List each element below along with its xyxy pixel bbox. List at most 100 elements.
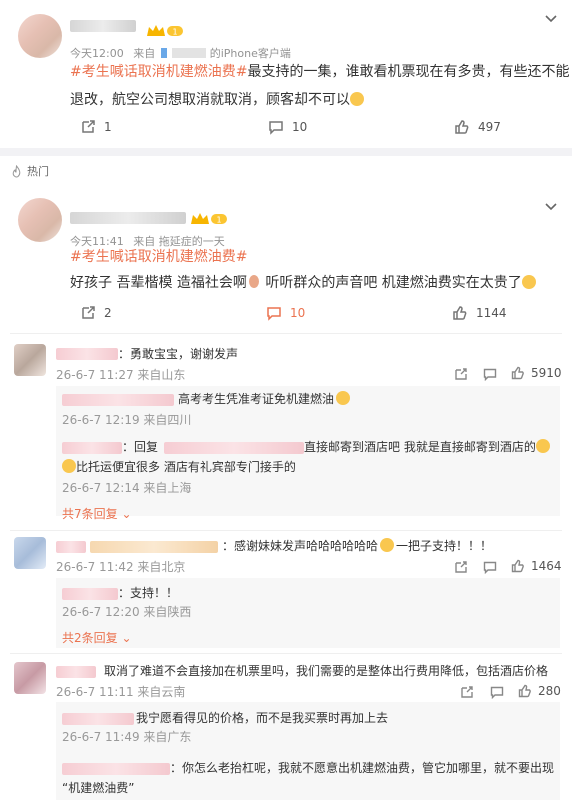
reply3-meta: 26-6-7 12:20 来自陕西 xyxy=(62,605,192,619)
comment-icon xyxy=(269,121,283,135)
reply4-username[interactable] xyxy=(62,713,134,725)
share-icon xyxy=(461,686,473,698)
peach-emoji-icon xyxy=(248,275,259,288)
post2-body: #考生喊话取消机建燃油费# xyxy=(70,244,572,270)
reply2-text-a: ：回复 xyxy=(122,440,159,454)
wink-emoji-icon xyxy=(336,391,351,405)
post1-username[interactable] xyxy=(70,20,136,32)
comment2-more-replies[interactable]: 共2条回复 ⌄ xyxy=(62,629,132,646)
comment-icon xyxy=(483,561,497,574)
comment1-like-count: 5910 xyxy=(531,366,562,380)
chevron-down-icon: ⌄ xyxy=(121,631,132,645)
thumbs-up-icon xyxy=(518,684,531,698)
comment3-like-count: 280 xyxy=(538,684,561,698)
comment-icon xyxy=(483,368,497,381)
svg-text:1: 1 xyxy=(172,28,177,37)
post2-text: 好孩子 吾辈楷模 造福社会啊 xyxy=(70,275,247,291)
reply2-mention-user[interactable] xyxy=(164,442,304,454)
hot-label-text: 热门 xyxy=(27,165,49,178)
thumbs-up-icon xyxy=(455,120,469,134)
comment-separator xyxy=(10,530,562,531)
share-icon xyxy=(455,368,467,380)
comment1-text: ：勇敢宝宝，谢谢发声 xyxy=(118,347,239,361)
comment1-more-label: 共7条回复 xyxy=(62,507,118,521)
comment2-more-label: 共2条回复 xyxy=(62,631,118,645)
comment2-meta: 26-6-7 11:42 来自北京 xyxy=(56,560,186,574)
reply1-username[interactable] xyxy=(62,394,174,406)
comment3-avatar[interactable] xyxy=(14,662,46,694)
post1-repost-button[interactable]: 1 xyxy=(80,119,112,135)
post2-repost-button[interactable]: 2 xyxy=(80,305,112,321)
chevron-down-icon: ⌄ xyxy=(121,507,132,521)
comment2-like-count: 1464 xyxy=(531,559,562,573)
comment-icon xyxy=(490,686,504,699)
share-icon xyxy=(455,561,467,573)
comment3-text: 取消了难道不会直接加在机票里吗，我们需要的是整体出行费用降低，包括酒店价格 xyxy=(104,664,549,678)
hot-section-label: 热门 xyxy=(10,163,49,179)
comment2-badge xyxy=(90,541,218,553)
comment1-avatar[interactable] xyxy=(14,344,46,376)
reply2-meta: 26-6-7 12:14 来自上海 xyxy=(62,481,192,495)
phone-icon xyxy=(160,48,167,58)
comment3-reply-button[interactable] xyxy=(490,685,504,699)
post1-body: #考生喊话取消机建燃油费#最支持的一集，谁敢看机票现在有多贵，有些还不能退改，航… xyxy=(70,58,572,114)
post1-like-count: 497 xyxy=(478,120,501,134)
thumbs-up-icon xyxy=(453,306,467,320)
post1-repost-count: 1 xyxy=(104,120,112,134)
repost-icon xyxy=(82,120,95,133)
post2-comment-button[interactable]: 10 xyxy=(266,305,305,321)
crying-emoji-icon xyxy=(521,275,536,289)
vip-crown-icon: 1 xyxy=(147,25,183,37)
comment3-username[interactable] xyxy=(56,666,96,678)
reply3-text: ：支持！！ xyxy=(118,586,179,600)
chevron-down-icon[interactable] xyxy=(544,200,558,214)
post2-repost-count: 2 xyxy=(104,306,112,320)
reply4-text: 我宁愿看得见的价格，而不是我买票时再加上去 xyxy=(136,711,389,725)
reply2-text-b: 直接邮寄到酒店吧 我就是直接邮寄到酒店的 xyxy=(304,437,550,457)
reply2-text-c: 比托运便宜很多 酒店有礼宾部专门接手的 xyxy=(62,457,296,477)
comment2-share-button[interactable] xyxy=(454,560,468,574)
reply5-text: ：你怎么老抬杠呢，我就不愿意出机建燃油费，管它加哪里，就不要出现 xyxy=(170,761,555,775)
reply5-text-c: “机建燃油费” xyxy=(62,781,135,795)
reply1-meta: 26-6-7 12:19 来自四川 xyxy=(62,413,192,427)
reply5-username[interactable] xyxy=(62,763,170,775)
comment3-share-button[interactable] xyxy=(460,685,474,699)
comment2-reply-button[interactable] xyxy=(483,560,497,574)
post1-avatar[interactable] xyxy=(18,14,62,58)
post2-avatar[interactable] xyxy=(18,198,62,242)
post1-topic-link[interactable]: #考生喊话取消机建燃油费# xyxy=(70,64,247,80)
comment-separator xyxy=(10,653,562,654)
comment2-username[interactable] xyxy=(56,541,86,553)
post1-comment-button[interactable]: 10 xyxy=(268,119,307,135)
flame-icon xyxy=(12,164,21,177)
reply3-username[interactable] xyxy=(62,588,118,600)
thumbs-up-icon xyxy=(511,366,524,380)
vip-crown-icon: 1 xyxy=(191,213,227,225)
comment1-reply-button[interactable] xyxy=(483,367,497,381)
reply2-username[interactable] xyxy=(62,442,122,454)
post2-text2: 听听群众的声音吧 机建燃油费实在太贵了 xyxy=(260,275,522,291)
chevron-down-icon[interactable] xyxy=(544,12,558,26)
comment3-meta: 26-6-7 11:11 来自云南 xyxy=(56,685,186,699)
repost-icon xyxy=(82,306,95,319)
grin-emoji-icon xyxy=(380,538,395,552)
post1-device-blur xyxy=(172,48,207,58)
thumbs-up-icon xyxy=(511,559,524,573)
post1-like-button[interactable]: 497 xyxy=(454,119,501,135)
comment1-more-replies[interactable]: 共7条回复 ⌄ xyxy=(62,505,132,522)
comment2-like-button[interactable]: 1464 xyxy=(511,559,562,573)
comment2-avatar[interactable] xyxy=(14,537,46,569)
comment1-like-button[interactable]: 5910 xyxy=(511,366,562,380)
smile-emoji-icon xyxy=(350,92,364,106)
comments-separator xyxy=(10,333,562,334)
post2-like-button[interactable]: 1144 xyxy=(452,305,507,321)
reply1-text-body: 高考考生凭准考证免机建燃油 xyxy=(178,392,335,406)
comment3-like-button[interactable]: 280 xyxy=(518,684,561,698)
comment1-meta: 26-6-7 11:27 来自山东 xyxy=(56,368,186,382)
post2-username[interactable] xyxy=(70,212,186,224)
reply1-text: 高考考生凭准考证免机建燃油 xyxy=(178,389,351,409)
post-divider xyxy=(0,148,572,156)
comment1-username[interactable] xyxy=(56,348,118,360)
post2-topic-link[interactable]: #考生喊话取消机建燃油费# xyxy=(70,249,247,265)
comment1-share-button[interactable] xyxy=(454,367,468,381)
